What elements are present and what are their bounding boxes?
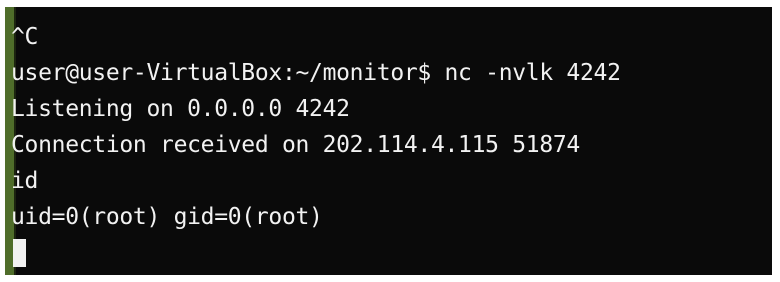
- terminal-line-command: user@user-VirtualBox:~/monitor$ nc -nvlk…: [11, 60, 621, 86]
- terminal-line-connection: Connection received on 202.114.4.115 518…: [11, 132, 580, 158]
- terminal-output: ^C user@user-VirtualBox:~/monitor$ nc -n…: [11, 19, 621, 235]
- text-cursor[interactable]: [13, 239, 26, 267]
- terminal-line-id-output: uid=0(root) gid=0(root): [11, 204, 323, 230]
- terminal-line-interrupt: ^C: [11, 24, 39, 50]
- terminal-window[interactable]: ^C user@user-VirtualBox:~/monitor$ nc -n…: [5, 7, 772, 275]
- screenshot-frame: ^C user@user-VirtualBox:~/monitor$ nc -n…: [0, 0, 780, 282]
- terminal-line-id-command: id: [11, 168, 39, 194]
- terminal-line-listening: Listening on 0.0.0.0 4242: [11, 96, 350, 122]
